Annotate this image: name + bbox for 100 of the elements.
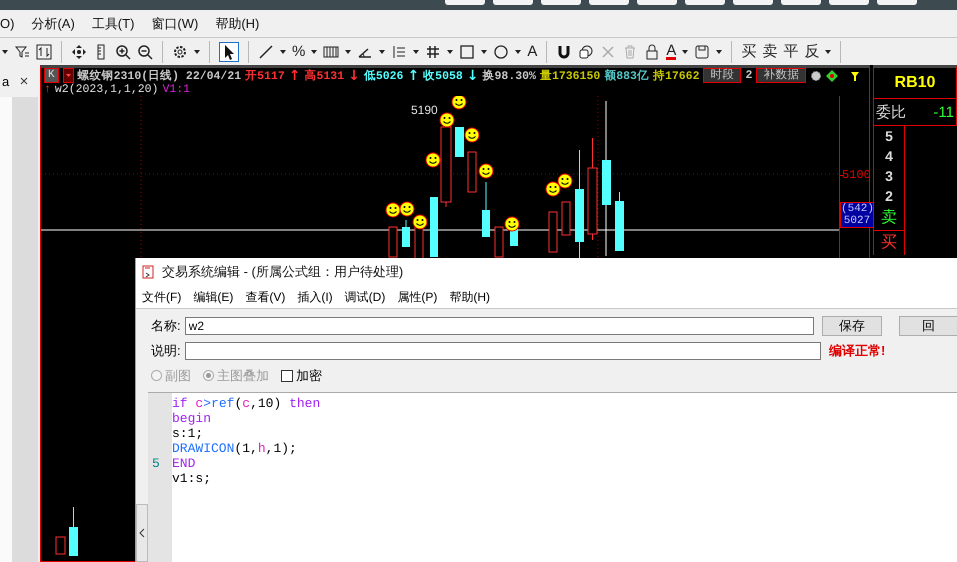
- candlestick: [468, 152, 476, 192]
- menu-item[interactable]: 帮助(H): [449, 288, 490, 306]
- document-icon: [142, 264, 156, 280]
- menu-item[interactable]: 窗口(W): [151, 14, 198, 32]
- quote-text: 换98.30%: [482, 68, 536, 83]
- caret-icon[interactable]: [481, 50, 488, 54]
- font-color-tool[interactable]: A: [666, 44, 676, 60]
- diamond-icon[interactable]: [826, 70, 838, 82]
- code-editor[interactable]: if c>ref(c,10) then begin s:1; DRAWICON(1,h,1); END v1:s;: [172, 392, 957, 562]
- caret-icon[interactable]: [515, 50, 522, 54]
- arrow-text: ↓: [466, 68, 479, 82]
- back-button[interactable]: 回: [898, 316, 957, 336]
- list-icon[interactable]: [391, 44, 408, 60]
- menu-item[interactable]: 编辑(E): [193, 288, 234, 306]
- gear-icon[interactable]: [810, 70, 822, 82]
- arrow-text: ↑: [407, 68, 420, 82]
- level-number: 4: [874, 146, 905, 166]
- caret-icon[interactable]: [447, 50, 454, 54]
- line-number: 5: [152, 456, 160, 471]
- close-position-tool[interactable]: 平: [783, 44, 798, 60]
- filter-icon[interactable]: [14, 44, 30, 60]
- name-field[interactable]: w2: [184, 316, 814, 334]
- crosshair-label: (542) 5027: [840, 202, 874, 228]
- code-line: DRAWICON(1,h,1);: [172, 441, 297, 456]
- zoom-in-icon[interactable]: [115, 44, 131, 60]
- indicator-value: V1:1: [162, 83, 190, 96]
- quote-text: 低5026: [364, 68, 404, 83]
- panel-tab[interactable]: a: [2, 74, 10, 88]
- caret-icon[interactable]: [280, 50, 286, 54]
- reverse-tool[interactable]: 反: [804, 44, 820, 60]
- caret-icon[interactable]: [413, 50, 420, 54]
- dropdown-button[interactable]: [62, 68, 74, 83]
- quote-text: 螺纹钢2310(日线) 22/04/21: [78, 68, 242, 83]
- line-icon[interactable]: [258, 44, 274, 60]
- smiley-icon: [464, 128, 480, 142]
- text-tool[interactable]: A: [527, 44, 538, 60]
- candlestick: [455, 127, 464, 157]
- arrow-text: ↑: [288, 68, 300, 82]
- field-label: 名称:: [151, 316, 182, 334]
- level-number: 2: [874, 186, 905, 206]
- option-label: 副图: [165, 366, 191, 384]
- smiley-icon: [426, 152, 440, 168]
- checkbox[interactable]: [281, 370, 293, 382]
- caret-icon[interactable]: [379, 50, 386, 54]
- chart-tool-button[interactable]: 时段: [703, 68, 742, 83]
- sell-tool[interactable]: 卖: [762, 44, 778, 60]
- symbol-label: RB10: [894, 74, 936, 92]
- description-field[interactable]: [185, 342, 821, 360]
- square-icon[interactable]: [459, 44, 476, 60]
- move-icon[interactable]: [71, 44, 87, 60]
- menu-item[interactable]: O): [0, 16, 14, 31]
- menu-item[interactable]: 调试(D): [344, 288, 386, 306]
- magnet-icon[interactable]: [556, 44, 572, 60]
- option-label: 加密: [296, 366, 322, 384]
- quote-text: 持17662: [652, 68, 700, 83]
- ratio-value: -11: [933, 104, 954, 120]
- menu-item[interactable]: 分析(A): [31, 14, 75, 32]
- chart-tool-button[interactable]: 补数据: [756, 68, 806, 83]
- code-line: v1:s;: [172, 471, 212, 486]
- period-button[interactable]: K: [44, 68, 59, 83]
- candlestick: [69, 506, 78, 556]
- caret-icon[interactable]: [2, 50, 8, 54]
- caret-icon[interactable]: [682, 50, 688, 54]
- lock-icon[interactable]: [644, 44, 660, 60]
- percent-tool[interactable]: %: [292, 44, 306, 60]
- menu-item[interactable]: 工具(T): [92, 14, 134, 32]
- save-button[interactable]: 保存: [822, 316, 882, 336]
- pointer-icon[interactable]: [219, 42, 239, 62]
- caret-icon[interactable]: [194, 50, 200, 54]
- quote-text: 额883亿: [604, 68, 649, 83]
- grid-icon[interactable]: [425, 44, 442, 60]
- status-text: 编译正常!: [829, 342, 886, 360]
- caret-icon[interactable]: [716, 50, 722, 54]
- save-icon[interactable]: [694, 44, 710, 60]
- sort-icon[interactable]: [36, 44, 52, 60]
- level-number: 3: [874, 166, 905, 186]
- field-label: 说明:: [151, 342, 182, 360]
- settings-icon[interactable]: [172, 44, 188, 60]
- menu-item[interactable]: 查看(V): [245, 288, 286, 306]
- menu-item[interactable]: 插入(I): [297, 288, 333, 306]
- smiley-icon: [452, 96, 466, 110]
- zoom-out-icon[interactable]: [137, 44, 153, 60]
- close-icon[interactable]: [19, 76, 30, 86]
- menu-item[interactable]: 属性(P): [397, 288, 438, 306]
- candlestick: [430, 197, 438, 257]
- candlestick: [548, 212, 558, 252]
- caret-icon[interactable]: [345, 50, 352, 54]
- caret-icon[interactable]: [825, 50, 832, 54]
- buy-tool[interactable]: 买: [741, 44, 756, 60]
- menu-item[interactable]: 文件(F): [142, 288, 182, 306]
- menu-item[interactable]: 帮助(H): [215, 14, 260, 32]
- copy-icon[interactable]: [578, 44, 594, 60]
- caret-icon[interactable]: [311, 50, 318, 54]
- circle-icon[interactable]: [493, 44, 510, 60]
- bars-icon[interactable]: [323, 44, 340, 60]
- quote-text: 量1736150: [540, 68, 600, 83]
- quote-text: 2: [745, 69, 752, 82]
- arrow-text: ↑: [44, 83, 51, 96]
- code-line: END: [172, 456, 196, 471]
- smiley-icon: [440, 112, 454, 128]
